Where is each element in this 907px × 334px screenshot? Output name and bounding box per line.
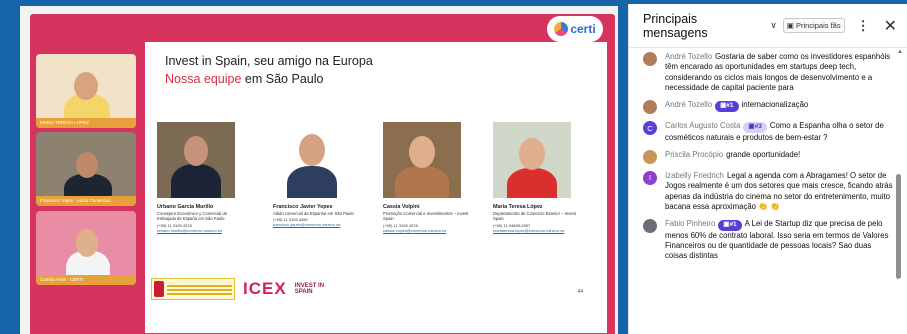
message-author[interactable]: Carlos Augusto Costa (665, 121, 740, 130)
user-avatar (643, 100, 657, 115)
user-avatar (643, 52, 657, 66)
team-member-name: Francisco Javier Yepes (273, 204, 333, 210)
user-avatar: C (643, 121, 657, 136)
team-member-role: Departamento de Comercio Exterior – Inve… (493, 211, 576, 222)
badge-text: #1 (726, 102, 734, 110)
slide-subtitle-rest: em São Paulo (241, 72, 324, 86)
photo-face (184, 136, 208, 166)
participant-caption: MARIA TERESA LOPEZ (36, 118, 136, 128)
chat-header: Principais mensagens ∨ ▣ Principais fãs … (629, 4, 907, 48)
participant-face (76, 152, 98, 178)
team-member-card: Cassia Volpini Promoção Comercial e Inve… (383, 122, 473, 233)
chat-message: André Tozello ▣#1 internacionalização (629, 100, 895, 115)
participant-video-3[interactable]: Camila Arruè · CERTI (36, 211, 136, 285)
certi-logo: certi (547, 16, 603, 42)
team-member-email[interactable]: cassia.volpini@comercio.mineco.es (383, 228, 473, 233)
flag-bar (167, 283, 232, 295)
top-fans-button[interactable]: ▣ Principais fãs (782, 18, 845, 33)
badge-text: #1 (729, 221, 737, 229)
message-author[interactable]: Priscila Procópio (665, 150, 723, 159)
chat-message-body: Priscila Procópio grande oportunidade! (665, 150, 800, 164)
message-text: internacionalização (741, 100, 809, 110)
top-fans-label: Principais fãs (795, 21, 841, 30)
invest-in-spain-logo: INVEST IN SPAIN (295, 283, 324, 295)
team-member-card: Urbano García Murillo Consejero Económic… (157, 122, 247, 233)
chat-message-body: Carlos Augusto Costa ▣#3 Como a Espanha ol… (665, 121, 895, 143)
icex-logo: ICEX (243, 279, 287, 298)
team-member-photo (157, 122, 235, 198)
team-member-photo (493, 122, 571, 198)
close-icon[interactable]: ✕ (884, 16, 897, 36)
chat-message-body: Fabio Pinheiro ▣#1 A Lei de Startup diz qu… (665, 219, 895, 261)
chat-message: André Tozello Gostaria de saber como os i… (629, 52, 895, 93)
message-author[interactable]: André Tozello (665, 52, 712, 61)
fan-rank-badge: ▣#3 (743, 122, 767, 133)
more-options-icon[interactable]: ⋮ (857, 18, 870, 34)
team-member-email[interactable]: urbano.murillo@comercio.mineco.es (157, 228, 247, 233)
chat-message: Fabio Pinheiro ▣#1 A Lei de Startup diz qu… (629, 219, 895, 261)
gobierno-de-espana-logo (151, 278, 235, 300)
chat-message-body: Izabelly Friedrich Legal a agenda com a A… (665, 171, 895, 212)
message-text: grande oportunidade! (726, 149, 801, 159)
team-member-photo (383, 122, 461, 198)
photo-face (519, 138, 545, 170)
fans-icon: ▣ (786, 21, 794, 30)
team-member-card: Francisco Javier Yepes Adido comercial d… (273, 122, 363, 227)
chevron-down-icon[interactable]: ∨ (770, 20, 777, 31)
scroll-up-arrow-icon[interactable]: ▲ (897, 49, 903, 55)
team-member-email[interactable]: francisco.yepes@comercio.mineco.es (273, 222, 363, 227)
user-avatar (643, 219, 657, 234)
participant-caption: Francisco Yepes · Adido Comercial... (36, 196, 136, 206)
chat-message-list: André Tozello Gostaria de saber como os i… (629, 52, 895, 334)
spain-shield-icon (154, 281, 164, 297)
invest-logo-line2: SPAIN (294, 289, 313, 295)
chat-message: C Carlos Augusto Costa ▣#3 Como a Espanha … (629, 121, 895, 143)
chat-mode-title[interactable]: Principais mensagens (643, 12, 765, 40)
team-member-card: María Teresa López Departamento de Comer… (493, 122, 583, 233)
slide-subtitle-highlight: Nossa equipe (165, 72, 242, 86)
team-member-role: Promoção Comercial e Investimentos – Inv… (383, 211, 469, 222)
chat-message-body: André Tozello Gostaria de saber como os i… (665, 52, 895, 93)
photo-hair (395, 166, 449, 198)
slide-title: Invest in Spain, seu amigo na Europa (165, 54, 373, 68)
team-member-name: María Teresa López (493, 204, 543, 210)
participant-video-1[interactable]: MARIA TERESA LOPEZ (36, 54, 136, 128)
participant-face (76, 229, 98, 257)
team-member-role: Consejero Económico y Comercial de Embaj… (157, 211, 228, 222)
certi-logo-text: certi (570, 22, 596, 36)
chat-message: I Izabelly Friedrich Legal a agenda com a… (629, 170, 895, 212)
message-author[interactable]: André Tozello (665, 100, 712, 109)
user-avatar (643, 149, 657, 164)
fan-rank-badge: ▣#1 (715, 101, 739, 112)
chat-message-body: André Tozello ▣#1 internacionalização (665, 100, 808, 114)
slide-footer-logos: ICEX INVEST IN SPAIN (151, 277, 324, 301)
photo-suit (171, 164, 221, 198)
chat-message: Priscila Procópio grande oportunidade! (629, 149, 895, 164)
badge-text: #3 (754, 123, 762, 131)
live-chat-panel: Principais mensagens ∨ ▣ Principais fãs … (628, 4, 907, 334)
photo-face (409, 136, 435, 168)
team-member-email[interactable]: mariateresa.lopez@comercio.mineco.es (493, 228, 583, 233)
photo-suit (287, 166, 337, 198)
presentation-slide: Invest in Spain, seu amigo na Europa Nos… (145, 42, 607, 333)
team-member-photo (273, 122, 351, 198)
participant-caption: Camila Arruè · CERTI (36, 275, 136, 285)
photo-top (507, 168, 557, 198)
team-member-name: Urbano García Murillo (157, 204, 214, 210)
certi-logo-icon (554, 22, 569, 36)
photo-face (299, 134, 325, 166)
fan-rank-badge: ▣#1 (718, 220, 742, 231)
participant-face (74, 72, 98, 100)
chat-scrollbar-thumb[interactable] (896, 174, 901, 279)
message-author[interactable]: Fabio Pinheiro (665, 219, 715, 228)
team-member-role: Adido comercial da Espanha em São Paulo (273, 211, 354, 216)
team-member-name: Cassia Volpini (383, 204, 420, 210)
user-avatar: I (643, 170, 657, 185)
message-author[interactable]: Izabelly Friedrich (665, 171, 724, 180)
slide-subtitle: Nossa equipe em São Paulo (165, 72, 323, 86)
slide-page-number: 44 (577, 289, 583, 295)
participant-video-2[interactable]: Francisco Yepes · Adido Comercial... (36, 132, 136, 206)
webinar-stage: MARIA TERESA LOPEZ Francisco Yepes · Adi… (20, 6, 618, 334)
